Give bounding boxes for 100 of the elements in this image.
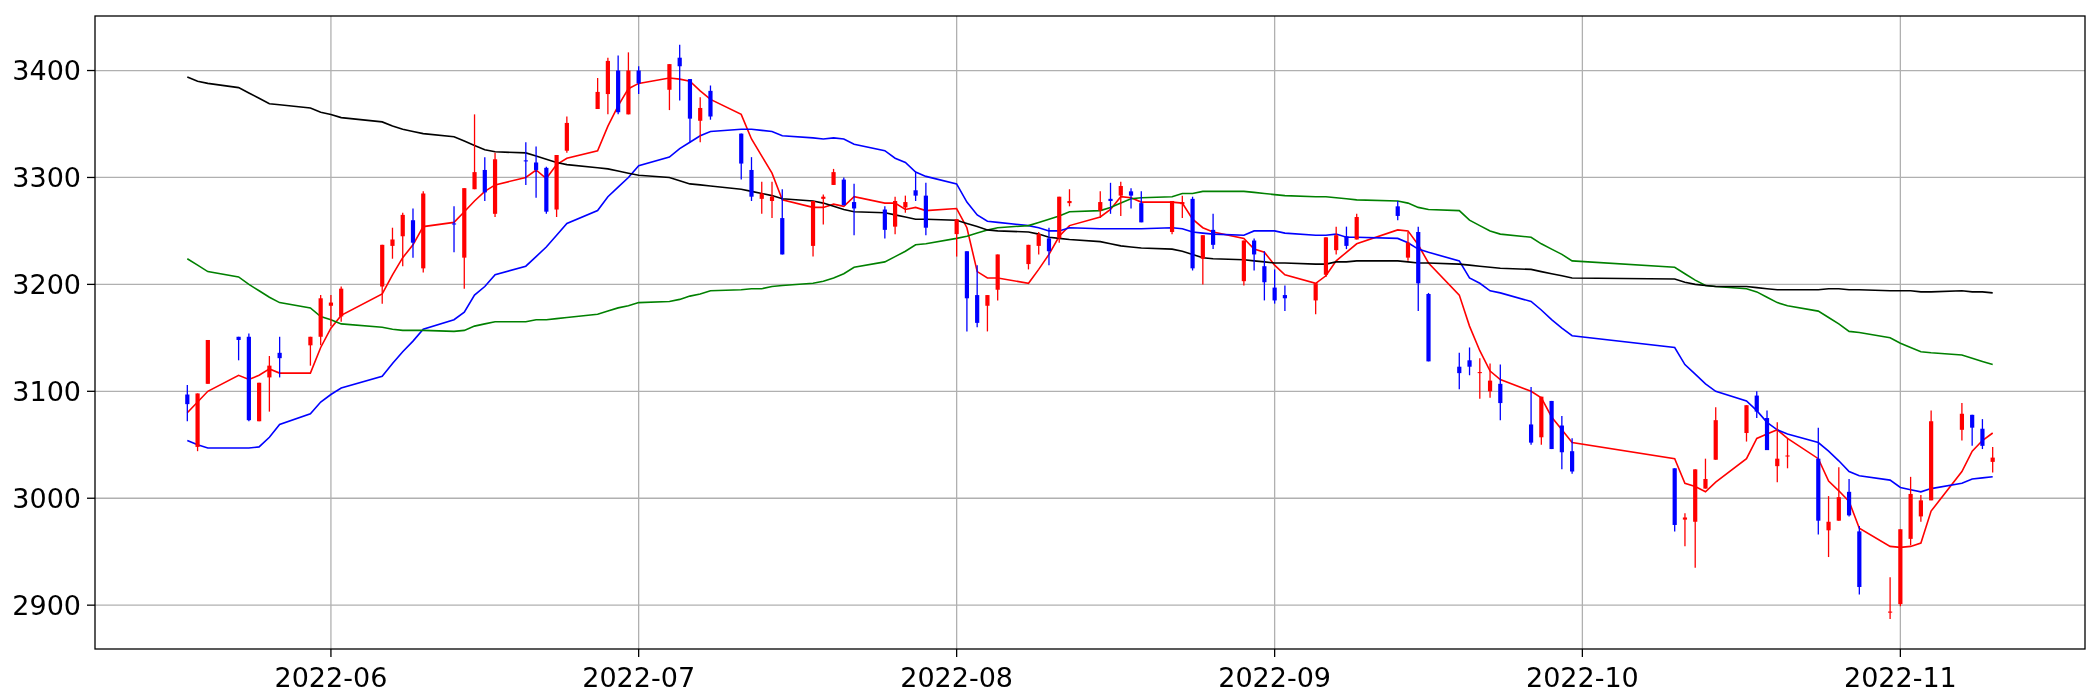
tick-mark bbox=[86, 390, 96, 392]
candlestick bbox=[1467, 346, 1472, 376]
tick-mark bbox=[1274, 648, 1276, 658]
candlestick bbox=[1744, 404, 1749, 443]
candlestick bbox=[1057, 196, 1062, 244]
candlestick bbox=[1118, 181, 1123, 217]
candlestick bbox=[1682, 512, 1688, 547]
candlestick bbox=[328, 294, 334, 327]
candlestick bbox=[1846, 478, 1852, 518]
tick-mark bbox=[86, 283, 96, 286]
candlestick bbox=[882, 205, 887, 240]
tick-mark bbox=[86, 604, 96, 606]
candlestick bbox=[1836, 466, 1841, 522]
candlestick bbox=[1036, 231, 1041, 256]
candlestick bbox=[451, 205, 457, 253]
candlestick bbox=[1980, 418, 1985, 450]
candlestick bbox=[267, 355, 272, 413]
candlestick bbox=[1405, 231, 1411, 262]
candlestick bbox=[205, 339, 210, 385]
candlestick bbox=[1354, 213, 1359, 241]
candlestick bbox=[687, 78, 693, 143]
candlestick bbox=[1826, 495, 1831, 558]
candlestick bbox=[1785, 437, 1790, 469]
candlestick bbox=[841, 176, 846, 206]
candlestick bbox=[1888, 576, 1893, 620]
candlestick bbox=[410, 207, 416, 259]
x-axis-label: 2022-11 bbox=[1843, 662, 1957, 693]
candlestick bbox=[913, 171, 918, 202]
candlestick bbox=[1046, 227, 1052, 266]
candlestick bbox=[821, 193, 826, 226]
candlestick bbox=[626, 51, 631, 116]
candlestick bbox=[749, 156, 754, 202]
candlestick bbox=[1959, 402, 1964, 442]
candlestick bbox=[544, 166, 549, 215]
candlestick bbox=[236, 336, 241, 361]
candlestick bbox=[492, 152, 498, 218]
candlestick bbox=[308, 336, 313, 367]
candlestick bbox=[534, 145, 539, 199]
candlestick bbox=[1918, 494, 1923, 523]
candlestick bbox=[339, 285, 344, 323]
candlestick bbox=[482, 156, 487, 202]
x-axis-label: 2022-06 bbox=[274, 662, 388, 693]
y-axis-label: 2900 bbox=[12, 589, 81, 621]
candlestick bbox=[1754, 390, 1759, 419]
candlestick bbox=[185, 384, 190, 422]
candlestick bbox=[780, 188, 785, 256]
candlestick bbox=[975, 264, 980, 328]
candlestick bbox=[257, 382, 262, 422]
candlestick bbox=[923, 182, 928, 236]
candlestick bbox=[903, 195, 908, 214]
candlestick bbox=[1559, 415, 1564, 470]
candlestick bbox=[677, 44, 682, 102]
candlestick bbox=[318, 294, 323, 346]
candlestick bbox=[954, 218, 959, 258]
x-axis-label: 2022-09 bbox=[1218, 662, 1332, 693]
tick-mark bbox=[86, 69, 96, 72]
tick-mark bbox=[956, 648, 958, 658]
candlestick bbox=[523, 141, 528, 186]
candlestick bbox=[636, 65, 641, 95]
tick-mark bbox=[86, 497, 96, 499]
candlestick bbox=[605, 57, 610, 116]
candlestick bbox=[1211, 213, 1216, 250]
candlestick bbox=[1426, 292, 1431, 362]
candlestick bbox=[1395, 200, 1400, 221]
candlestick bbox=[1139, 190, 1144, 223]
candlestick bbox=[1539, 396, 1544, 446]
candlestick bbox=[1334, 226, 1339, 256]
candlestick bbox=[1313, 282, 1318, 315]
candlestick bbox=[1262, 250, 1267, 302]
candlestick bbox=[698, 96, 703, 143]
candlestick bbox=[1098, 190, 1103, 219]
candlestick bbox=[1713, 406, 1718, 461]
candlestick bbox=[810, 200, 816, 258]
candlestick bbox=[893, 196, 898, 235]
tick-mark bbox=[1581, 648, 1583, 658]
candlestick bbox=[739, 132, 744, 181]
candlestick bbox=[1970, 414, 1975, 447]
candlestick bbox=[1344, 226, 1349, 250]
y-axis-label: 3000 bbox=[12, 482, 81, 514]
candlestick bbox=[595, 77, 600, 110]
tick-mark bbox=[330, 648, 332, 658]
candlestick bbox=[985, 294, 990, 333]
candlestick bbox=[1477, 357, 1482, 400]
candlestick bbox=[759, 181, 764, 215]
candlestick bbox=[1570, 437, 1575, 475]
candlestick bbox=[400, 212, 405, 267]
candlestick bbox=[1529, 386, 1534, 446]
candlestick bbox=[1775, 421, 1780, 483]
candlestick bbox=[390, 227, 395, 260]
candlestick bbox=[1282, 284, 1287, 312]
tick-mark bbox=[1899, 648, 1901, 658]
candlestick bbox=[831, 168, 836, 186]
candlestick bbox=[1252, 237, 1257, 272]
candlestick bbox=[1200, 234, 1205, 286]
candlestick bbox=[1272, 268, 1277, 305]
x-axis-label: 2022-07 bbox=[582, 662, 696, 693]
candlestick bbox=[195, 392, 200, 452]
candlestick bbox=[564, 115, 569, 154]
candlestick bbox=[1169, 200, 1175, 235]
candlestick bbox=[995, 253, 1000, 302]
